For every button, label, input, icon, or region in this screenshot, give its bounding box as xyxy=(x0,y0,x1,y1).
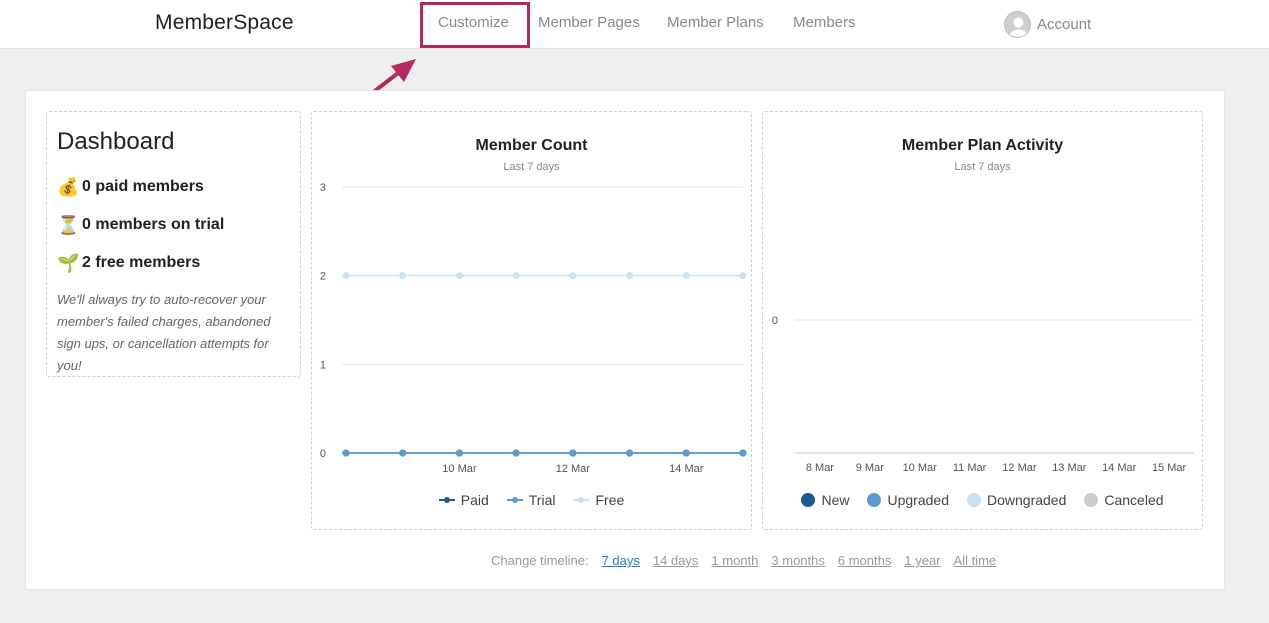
legend-new-marker xyxy=(801,493,816,507)
top-nav: MemberSpace Customize Member Pages Membe… xyxy=(0,0,1269,49)
memberspace-logo[interactable]: MemberSpace xyxy=(155,11,294,35)
legend-new-label: New xyxy=(821,492,850,508)
point-free-1 xyxy=(399,272,407,280)
timeline-6-months[interactable]: 6 months xyxy=(838,553,891,568)
x-tick-label-11-mar: 11 Mar xyxy=(953,462,987,474)
legend-upgraded-label: Upgraded xyxy=(887,492,949,508)
customize-highlight-box xyxy=(420,2,530,48)
point-trial-0 xyxy=(342,449,350,457)
legend-trial-label: Trial xyxy=(528,492,556,508)
x-tick-label-9-mar: 9 Mar xyxy=(856,462,884,474)
x-tick-label-10-mar: 10 Mar xyxy=(442,463,477,475)
timeline-1-year[interactable]: 1 year xyxy=(904,553,940,568)
stat-paid-text: 0 paid members xyxy=(82,178,204,195)
point-free-7 xyxy=(739,272,747,280)
legend-free[interactable]: Free xyxy=(573,492,624,508)
stat-trial-members: ⏳ 0 members on trial xyxy=(57,206,290,244)
recovery-note: We'll always try to auto-recover your me… xyxy=(57,292,271,373)
point-trial-4 xyxy=(569,449,577,457)
nav-member-plans[interactable]: Member Plans xyxy=(667,14,764,31)
point-free-2 xyxy=(455,272,463,280)
point-trial-2 xyxy=(455,449,463,457)
dashboard-card: Dashboard 💰 0 paid members ⏳ 0 members o… xyxy=(25,90,1225,590)
legend-trial[interactable]: Trial xyxy=(506,492,556,508)
point-trial-3 xyxy=(512,449,520,457)
avatar-icon xyxy=(1004,11,1031,38)
point-trial-5 xyxy=(626,449,634,457)
legend-canceled[interactable]: Canceled xyxy=(1084,492,1164,508)
timeline-selector: Change timeline: 7 days 14 days 1 month … xyxy=(491,553,996,568)
x-tick-label-13-mar: 13 Mar xyxy=(1052,462,1087,474)
member-count-chart: 0 1 2 3 10 Mar 12 Mar 14 Mar xyxy=(320,182,747,475)
seedling-icon: 🌱 xyxy=(57,252,80,273)
stat-free-members: 🌱 2 free members xyxy=(57,244,290,282)
legend-free-marker xyxy=(573,497,590,503)
legend-trial-marker xyxy=(506,497,523,503)
x-tick-label-14-mar: 14 Mar xyxy=(669,463,704,475)
legend-canceled-marker xyxy=(1084,493,1099,507)
member-count-chart-panel: Member Count Last 7 days 0 1 2 3 10 Mar 12 Ma… xyxy=(311,111,752,530)
x-tick-label-8-mar: 8 Mar xyxy=(806,462,834,474)
point-trial-6 xyxy=(682,449,690,457)
legend-canceled-label: Canceled xyxy=(1104,492,1164,508)
legend-upgraded[interactable]: Upgraded xyxy=(867,492,949,508)
y-tick-label-1: 1 xyxy=(320,359,326,371)
x-tick-label-15-mar: 15 Mar xyxy=(1152,462,1187,474)
x-tick-label-14-mar: 14 Mar xyxy=(1102,462,1137,474)
account-label: Account xyxy=(1037,16,1092,33)
point-free-3 xyxy=(512,272,520,280)
point-free-0 xyxy=(342,272,350,280)
y-tick-label-0: 0 xyxy=(320,448,326,460)
plan-activity-legend: New Upgraded Downgraded Canceled xyxy=(763,492,1202,508)
timeline-all-time[interactable]: All time xyxy=(954,553,997,568)
x-tick-label-12-mar: 12 Mar xyxy=(556,463,591,475)
legend-downgraded-marker xyxy=(966,493,981,507)
legend-new[interactable]: New xyxy=(801,492,849,508)
y-tick-label-2: 2 xyxy=(320,271,326,283)
dashboard-title: Dashboard xyxy=(57,128,175,155)
plan-activity-chart: 0 8 Mar 9 Mar 10 Mar 11 Mar 12 Mar 13 Mar 14 Ma… xyxy=(772,315,1194,474)
nav-members[interactable]: Members xyxy=(793,14,856,31)
plan-activity-chart-panel: Member Plan Activity Last 7 days 08 Mar 9… xyxy=(762,111,1203,530)
legend-paid[interactable]: Paid xyxy=(438,492,489,508)
point-trial-1 xyxy=(399,449,407,457)
stat-trial-text: 0 members on trial xyxy=(82,216,225,233)
timeline-14-days[interactable]: 14 days xyxy=(653,553,699,568)
legend-paid-marker xyxy=(438,497,455,503)
hourglass-icon: ⏳ xyxy=(57,214,80,235)
x-tick-label-10-mar: 10 Mar xyxy=(903,462,938,474)
x-tick-label-12-mar: 12 Mar xyxy=(1002,462,1037,474)
legend-downgraded[interactable]: Downgraded xyxy=(966,492,1067,508)
legend-paid-label: Paid xyxy=(460,492,489,508)
nav-member-pages[interactable]: Member Pages xyxy=(538,14,640,31)
legend-free-label: Free xyxy=(595,492,625,508)
timeline-3-months[interactable]: 3 months xyxy=(771,553,824,568)
legend-upgraded-marker xyxy=(867,493,882,507)
y-tick-label-3: 3 xyxy=(320,182,326,194)
member-count-legend: Paid Trial Free xyxy=(312,492,751,508)
legend-downgraded-label: Downgraded xyxy=(986,492,1067,508)
y-tick-label-0: 0 xyxy=(772,315,778,327)
timeline-7-days[interactable]: 7 days xyxy=(602,553,640,568)
stat-paid-members: 💰 0 paid members xyxy=(57,168,290,206)
point-free-5 xyxy=(626,272,634,280)
point-free-6 xyxy=(682,272,690,280)
point-trial-7 xyxy=(739,449,747,457)
dashboard-summary-panel: Dashboard 💰 0 paid members ⏳ 0 members o… xyxy=(46,111,301,377)
timeline-1-month[interactable]: 1 month xyxy=(711,553,758,568)
timeline-label: Change timeline: xyxy=(491,553,589,568)
stat-free-text: 2 free members xyxy=(82,254,201,271)
point-free-4 xyxy=(569,272,577,280)
money-bag-icon: 💰 xyxy=(57,176,80,197)
account-menu[interactable]: Account xyxy=(1004,11,1091,38)
